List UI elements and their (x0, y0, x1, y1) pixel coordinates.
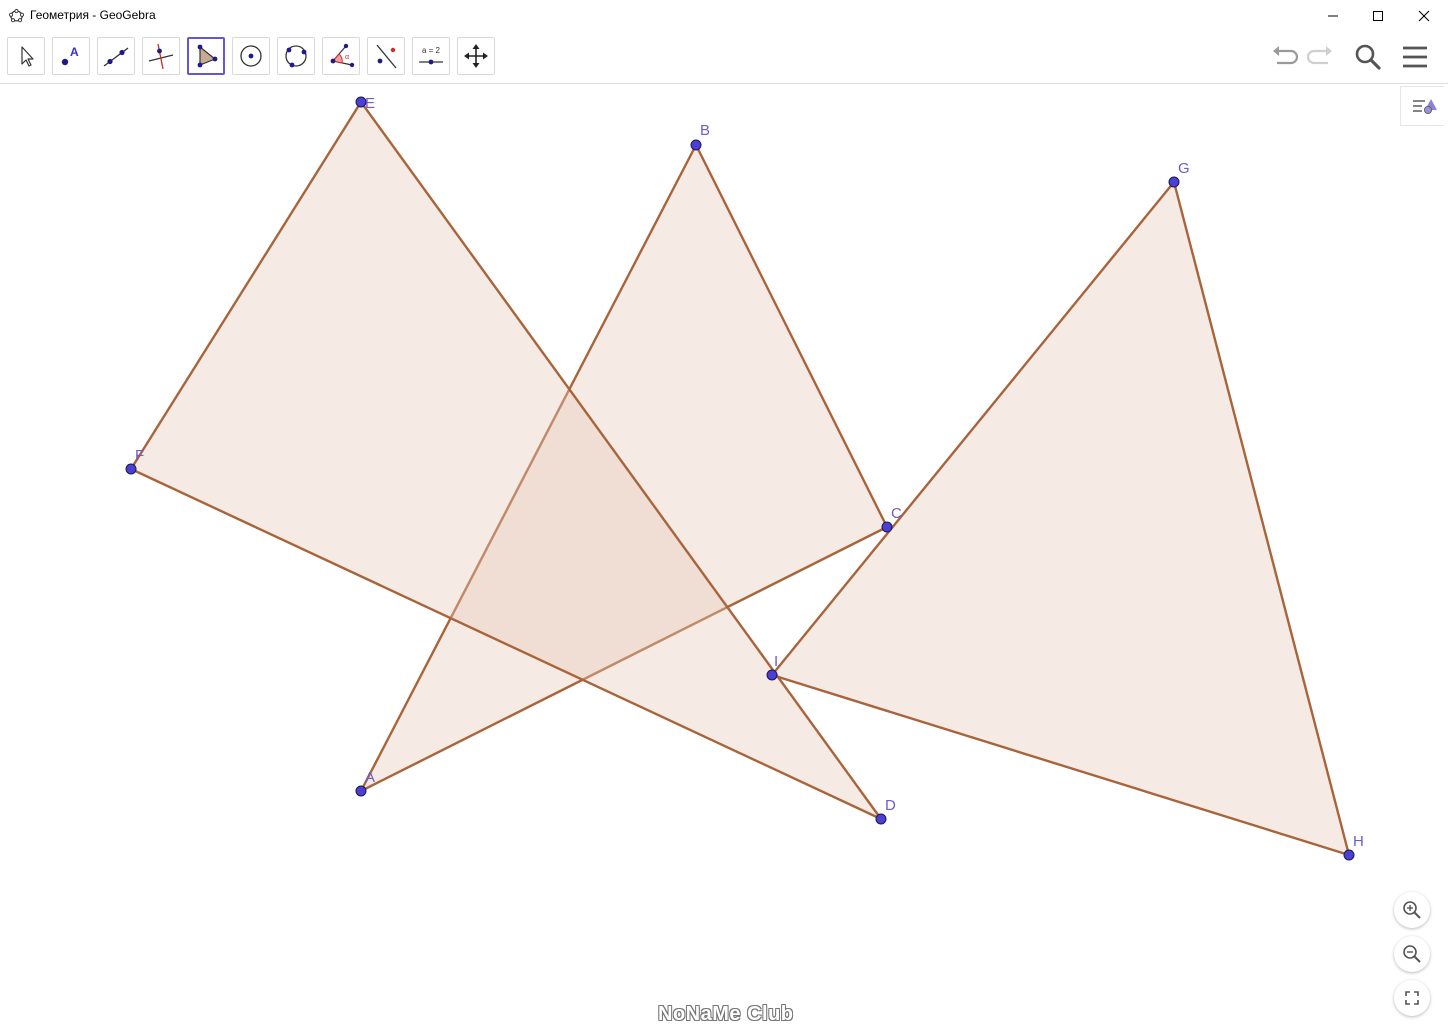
reflect-about-line-tool[interactable] (367, 37, 405, 75)
point-label-B: B (700, 122, 710, 139)
undo-icon (1273, 46, 1299, 65)
circle-three-points-icon (285, 45, 307, 68)
geogebra-pentagon-icon (9, 9, 24, 23)
close-icon (1418, 10, 1430, 21)
fullscreen-icon (1405, 991, 1419, 1005)
perpendicular-line-icon (148, 43, 174, 70)
zoom-out-icon (1403, 945, 1421, 963)
watermark: NoNaMe Club (658, 1003, 794, 1025)
point-label-D: D (885, 797, 896, 814)
search-button[interactable] (1350, 39, 1386, 75)
window-title: Геометрия - GeoGebra (30, 8, 156, 22)
close-button[interactable] (1401, 0, 1447, 31)
point-a-icon: A (61, 45, 79, 66)
point-label-G: G (1178, 160, 1190, 177)
arrow-cursor-icon (21, 46, 34, 67)
slider-tool-label: a = 2 (422, 46, 441, 55)
polygon-tool[interactable] (187, 37, 225, 75)
point-tool[interactable]: A (52, 37, 90, 75)
point-label-C: C (891, 505, 902, 522)
angle-tool[interactable]: α (322, 37, 360, 75)
point-label-E: E (365, 95, 375, 112)
fullscreen-button[interactable] (1394, 980, 1430, 1016)
svg-text:α: α (345, 54, 349, 61)
point-A[interactable] (355, 785, 367, 797)
polygon-icon (197, 44, 218, 68)
toolbar: A α a = 2 (0, 31, 1448, 84)
minimize-button[interactable] (1310, 0, 1356, 31)
geometry-drawing[interactable]: A B C D E F G H I (0, 84, 1448, 1033)
style-bar-toggle[interactable] (1400, 86, 1444, 126)
redo-button[interactable] (1303, 39, 1339, 75)
graphics-view[interactable]: A B C D E F G H I (0, 84, 1448, 1033)
slider-icon: a = 2 (419, 46, 443, 65)
point-C[interactable] (881, 521, 893, 533)
menu-icon (1403, 46, 1427, 68)
undo-button[interactable] (1266, 39, 1302, 75)
maximize-icon (1373, 10, 1383, 21)
point-label-F: F (135, 447, 144, 464)
point-H[interactable] (1343, 849, 1355, 861)
line-tool[interactable] (97, 37, 135, 75)
move-view-icon (464, 44, 488, 68)
circle-three-points-tool[interactable] (277, 37, 315, 75)
redo-icon (1306, 46, 1332, 65)
perpendicular-line-tool[interactable] (142, 37, 180, 75)
menu-button[interactable] (1397, 39, 1433, 75)
circle-center-icon (240, 45, 262, 67)
circle-center-point-tool[interactable] (232, 37, 270, 75)
algebra-style-icon (1412, 99, 1437, 114)
move-tool[interactable] (7, 37, 45, 75)
angle-icon: α (330, 43, 355, 68)
zoom-in-button[interactable] (1394, 892, 1430, 928)
zoom-out-button[interactable] (1394, 936, 1430, 972)
point-B[interactable] (690, 139, 702, 151)
point-G[interactable] (1168, 176, 1180, 188)
zoom-in-icon (1403, 901, 1421, 919)
point-I[interactable] (766, 669, 778, 681)
move-graphics-view-tool[interactable] (457, 37, 495, 75)
minimize-icon (1328, 15, 1338, 16)
point-F[interactable] (125, 463, 137, 475)
point-label-I: I (774, 653, 778, 670)
svg-text:A: A (70, 45, 79, 59)
point-label-A: A (365, 769, 375, 786)
point-D[interactable] (875, 813, 887, 825)
search-icon (1355, 44, 1381, 70)
slider-tool[interactable]: a = 2 (412, 37, 450, 75)
reflect-icon (376, 44, 397, 69)
window-title-bar: Геометрия - GeoGebra (0, 0, 1448, 31)
line-through-two-points-icon (103, 47, 129, 67)
point-label-H: H (1353, 833, 1364, 850)
maximize-button[interactable] (1355, 0, 1401, 31)
